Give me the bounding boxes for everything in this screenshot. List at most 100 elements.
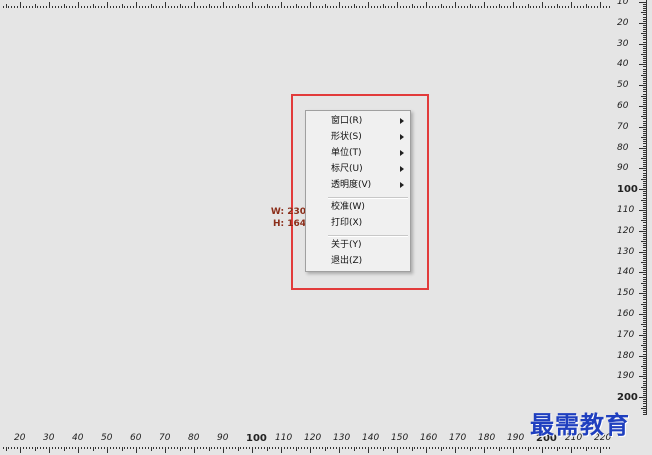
menu-item-ruler[interactable]: 标尺(U)	[306, 161, 410, 177]
ruler-tick	[286, 447, 288, 449]
ruler-tick	[147, 6, 149, 8]
ruler-label: 40	[72, 433, 84, 443]
ruler-tick	[237, 4, 239, 8]
menu-item-window[interactable]: 窗口(R)	[306, 113, 410, 129]
ruler-label: 160	[420, 0, 437, 1]
ruler-tick	[399, 447, 401, 449]
ruler-label: 140	[617, 267, 635, 278]
ruler-tick	[292, 447, 294, 449]
ruler-tick	[298, 447, 300, 449]
ruler-label: 180	[478, 0, 495, 1]
ruler-tick	[260, 6, 262, 8]
ruler-tick	[104, 6, 106, 8]
ruler-tick	[356, 447, 358, 449]
ruler-tick	[257, 447, 259, 449]
ruler-tick	[394, 447, 396, 449]
ruler-label: 20	[617, 17, 629, 28]
ruler-tick	[34, 447, 36, 451]
ruler-tick	[252, 2, 253, 8]
ruler-tick	[639, 293, 646, 295]
menu-item-label: 打印(X)	[331, 218, 363, 228]
right-ruler[interactable]: 10 20 30 40 50 60 70 80 90 100 110 120 130 140 150 160 1…	[605, 0, 652, 415]
ruler-tick	[639, 376, 646, 378]
ruler-label: 200	[536, 0, 557, 2]
ruler-label: 120	[304, 433, 322, 443]
ruler-tick	[553, 447, 555, 449]
menu-item-about[interactable]: 关于(Y)	[306, 237, 410, 253]
ruler-tick	[101, 447, 103, 449]
ruler-label: 140	[362, 0, 379, 1]
width-readout: W: 230	[270, 207, 306, 217]
bottom-ruler[interactable]: 20 30 40 50 60 70 80 90 100 110 120 130 140 150 160 170…	[0, 430, 611, 455]
ruler-tick	[112, 447, 114, 449]
ruler-label: 60	[130, 433, 142, 443]
ruler-tick	[78, 447, 79, 453]
ruler-tick	[539, 447, 541, 449]
ruler-label: 150	[391, 433, 409, 443]
ruler-tick	[350, 447, 352, 449]
ruler-tick	[515, 447, 517, 449]
ruler-tick	[188, 6, 190, 8]
ruler-tick	[275, 447, 277, 449]
menu-item-shape[interactable]: 形状(S)	[306, 129, 410, 145]
ruler-label: 120	[617, 225, 635, 236]
ruler-tick	[510, 6, 512, 8]
ruler-tick	[391, 6, 393, 8]
ruler-tick	[518, 447, 520, 449]
ruler-tick	[530, 6, 532, 8]
ruler-tick	[301, 6, 303, 8]
ruler-tick	[11, 6, 13, 8]
ruler-tick	[391, 447, 393, 449]
ruler-tick	[272, 447, 274, 449]
menu-item-label: 标尺(U)	[331, 164, 363, 174]
top-ruler[interactable]: 20 30 40 50 60 70 80 90 100 110 120 130 140 150 160 170…	[0, 0, 611, 10]
ruler-tick	[437, 447, 439, 449]
ruler-tick	[452, 6, 454, 8]
ruler-tick	[179, 4, 181, 8]
ruler-tick	[321, 6, 323, 8]
ruler-tick	[382, 4, 384, 8]
ruler-tick	[475, 6, 477, 8]
menu-item-print[interactable]: 打印(X)	[306, 215, 410, 231]
ruler-label: 90	[617, 163, 629, 174]
ruler-tick	[542, 2, 543, 8]
ruler-tick	[399, 6, 401, 8]
ruler-tick	[40, 447, 42, 449]
ruler-tick	[127, 447, 129, 449]
ruler-tick	[307, 447, 309, 449]
ruler-tick	[95, 447, 97, 449]
ruler-tick	[568, 447, 570, 449]
ruler-tick	[194, 2, 195, 8]
ruler-tick	[639, 189, 646, 191]
ruler-tick	[278, 447, 280, 449]
ruler-tick	[28, 6, 30, 8]
ruler-tick	[69, 6, 71, 8]
ruler-tick	[544, 6, 546, 8]
ruler-tick	[124, 6, 126, 8]
ruler-tick	[133, 6, 135, 8]
ruler-tick	[452, 447, 454, 449]
height-readout: H: 164	[272, 219, 306, 229]
menu-item-transparency[interactable]: 透明度(V)	[306, 177, 410, 193]
ruler-tick	[130, 447, 132, 449]
menu-item-exit[interactable]: 退出(Z)	[306, 253, 410, 269]
menu-item-unit[interactable]: 单位(T)	[306, 145, 410, 161]
ruler-tick	[339, 447, 340, 453]
ruler-tick	[304, 6, 306, 8]
ruler-tick	[597, 6, 599, 8]
ruler-tick	[318, 6, 320, 8]
ruler-tick	[237, 447, 239, 451]
menu-item-calibrate[interactable]: 校准(W)	[306, 199, 410, 215]
ruler-tick	[269, 447, 271, 449]
ruler-label: 50	[101, 0, 112, 1]
ruler-tick	[121, 4, 123, 8]
ruler-tick	[109, 447, 111, 449]
ruler-tick	[492, 6, 494, 8]
ruler-label: 80	[188, 433, 200, 443]
ruler-tick	[202, 447, 204, 449]
ruler-label: 130	[617, 246, 635, 257]
context-menu[interactable]: 窗口(R) 形状(S) 单位(T) 标尺(U) 透明度(V) 校准(W) 打印(…	[305, 110, 411, 272]
ruler-label: 100	[617, 184, 638, 196]
ruler-tick	[402, 447, 404, 449]
ruler-tick	[446, 447, 448, 449]
